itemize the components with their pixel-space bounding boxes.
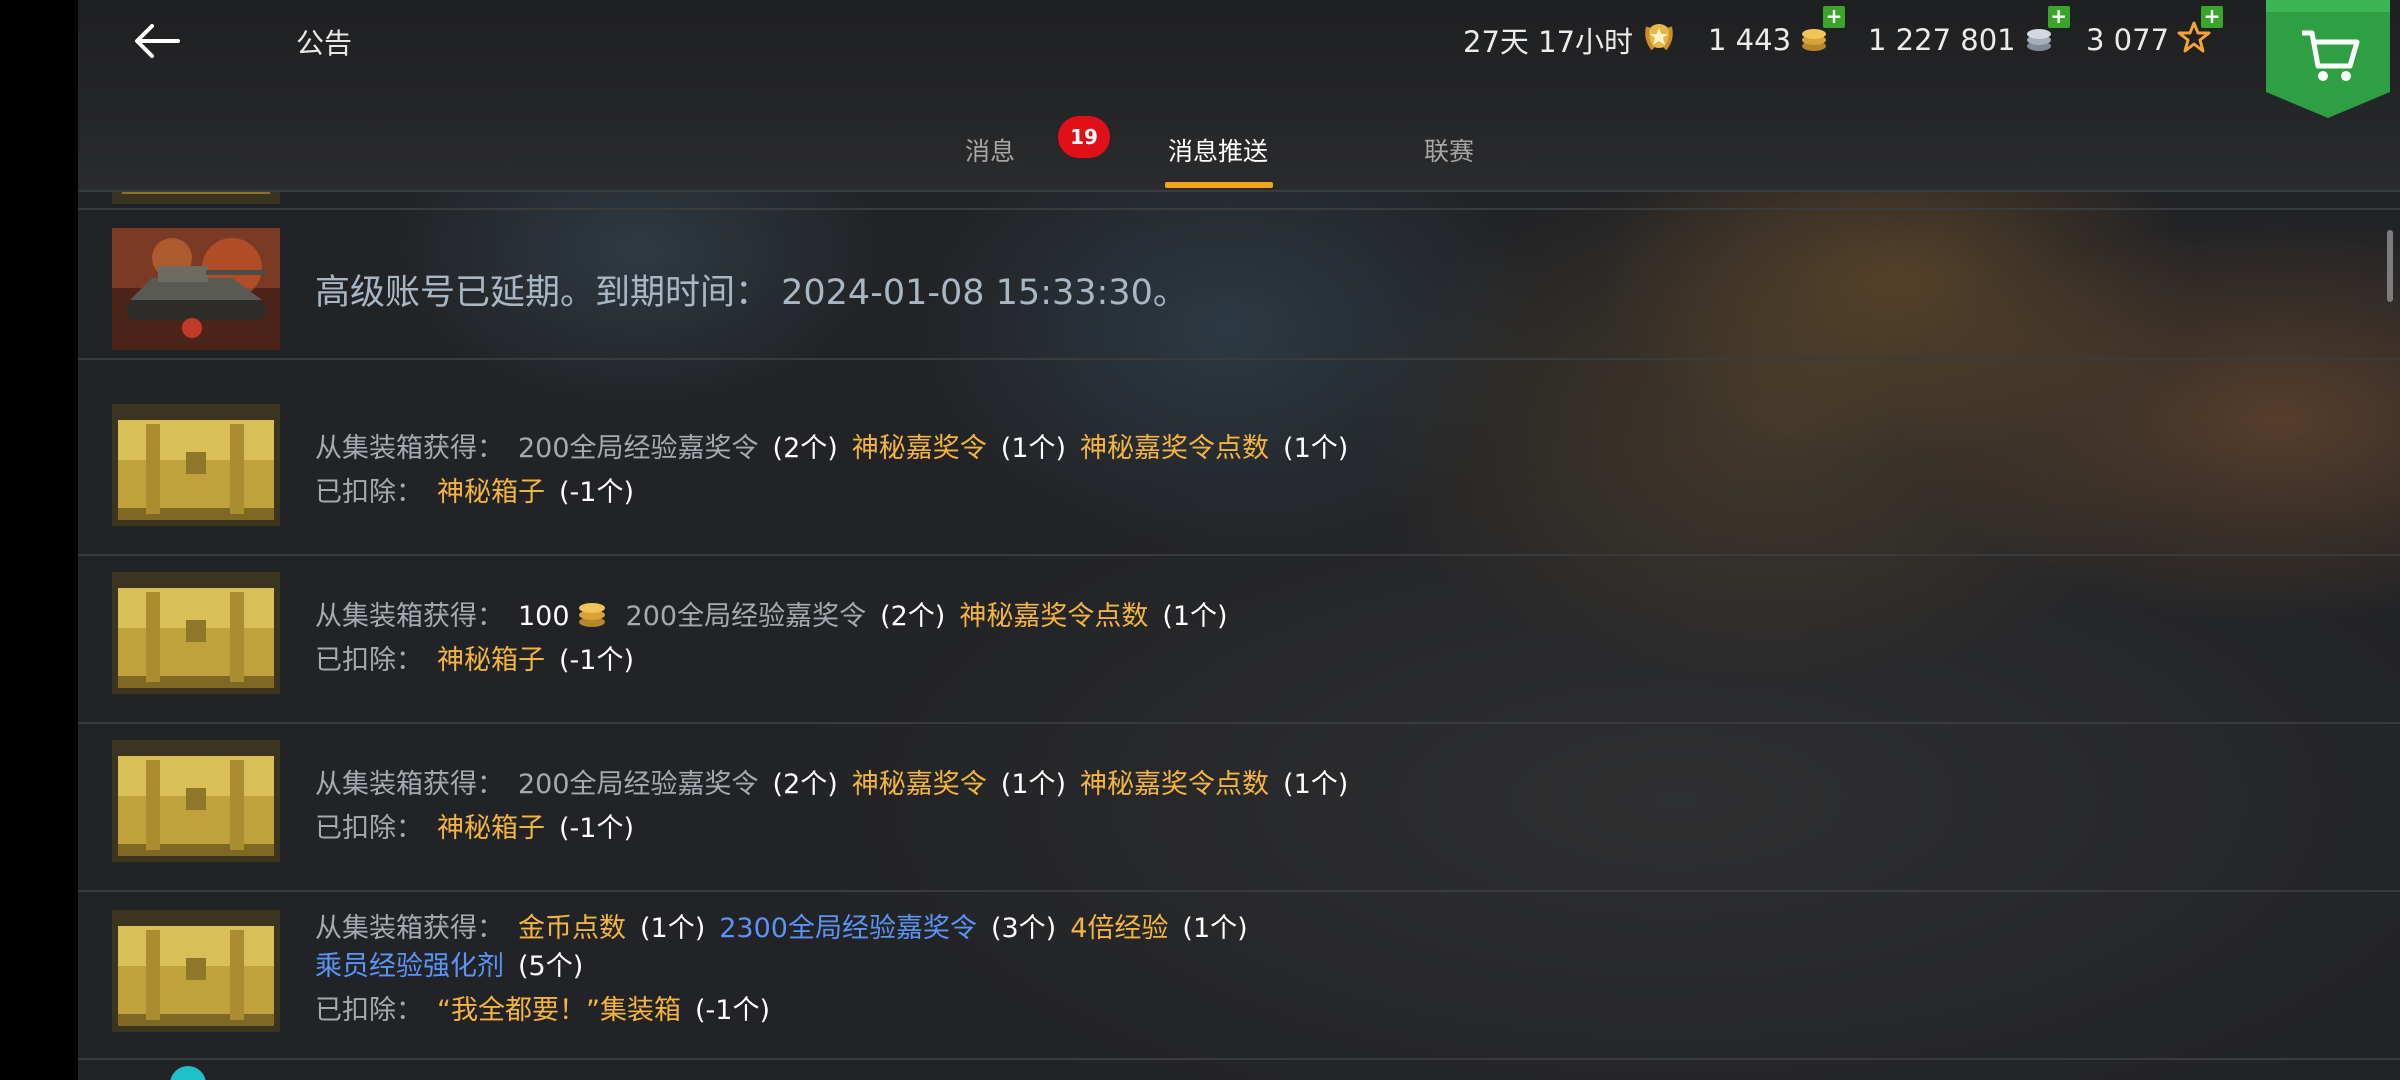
back-button[interactable] <box>126 16 186 66</box>
crate-thumbnail <box>112 740 280 862</box>
tab-messages[interactable]: 消息 <box>965 132 1015 168</box>
list-item[interactable]: 从集装箱获得： 100 200全局经验嘉奖令 (2个) 神秘嘉奖令点数 (1个) 已扣除：… <box>78 554 2400 724</box>
back-arrow-icon <box>135 24 180 58</box>
reward-line: 从集装箱获得： 200全局经验嘉奖令 (2个) 神秘嘉奖令 (1个) 神秘嘉奖令点数 (1个… <box>315 769 1349 800</box>
teal-badge-icon <box>170 1066 206 1080</box>
list-item[interactable]: 高级账号已延期。到期时间： 2024-01-08 15:33:30。 <box>78 218 2400 360</box>
reward-line: 从集装箱获得： 100 200全局经验嘉奖令 (2个) 神秘嘉奖令点数 (1个) <box>315 594 1242 636</box>
add-gold-plus-icon[interactable]: + <box>1823 5 1846 28</box>
add-silver-plus-icon[interactable]: + <box>2047 5 2070 28</box>
tank-thumbnail <box>112 228 280 350</box>
free-xp-value: 3 077 <box>2086 23 2170 57</box>
gold-coins-icon: + <box>1799 5 1846 61</box>
list-item[interactable]: 从集装箱获得： 金币点数 (1个) 2300全局经验嘉奖令 (3个) 4倍经验 (1个) 乘… <box>78 890 2400 1060</box>
tab-league[interactable]: 联赛 <box>1424 132 1474 168</box>
reward-line-continued: 乘员经验强化剂 (5个) <box>315 951 584 982</box>
crate-thumbnail <box>112 192 280 204</box>
deduction-line: 已扣除： 神秘箱子 (-1个) <box>315 645 634 676</box>
silver-balance[interactable]: 1 227 801 + <box>1868 5 2070 62</box>
premium-time[interactable]: 27天 17小时 <box>1463 18 1677 62</box>
free-xp-balance[interactable]: 3 077 + <box>2086 5 2224 62</box>
scrollbar[interactable] <box>2387 230 2393 302</box>
unread-count-badge: 19 <box>1058 116 1110 158</box>
shop-button[interactable] <box>2266 0 2390 118</box>
tab-push-notifications[interactable]: 消息推送 <box>1168 132 1268 168</box>
page-title: 公告 <box>296 27 353 60</box>
crate-thumbnail <box>112 910 280 1032</box>
reward-line: 从集装箱获得： 200全局经验嘉奖令 (2个) 神秘嘉奖令 (1个) 神秘嘉奖令点数 (1个… <box>315 433 1349 464</box>
gold-coins-icon <box>576 599 608 636</box>
list-item[interactable]: 从集装箱获得： 200全局经验嘉奖令 (2个) 神秘嘉奖令 (1个) 神秘嘉奖令点数 (1个… <box>78 722 2400 892</box>
premium-laurel-icon <box>1641 19 1677 62</box>
crate-thumbnail <box>112 572 280 694</box>
crate-thumbnail <box>112 404 280 526</box>
list-item[interactable]: 从集装箱获得： 200全局经验嘉奖令 (2个) 神秘嘉奖令 (1个) 神秘嘉奖令点数 (1个… <box>78 386 2400 556</box>
active-tab-indicator <box>1165 182 1273 188</box>
silver-value: 1 227 801 <box>1868 23 2016 57</box>
app-screen: 公告 27天 17小时 1 443 + 1 227 801 + 3 077 + … <box>78 0 2400 1080</box>
gold-balance[interactable]: 1 443 + <box>1708 5 1846 62</box>
gold-value: 1 443 <box>1708 23 1792 57</box>
deduction-line: 已扣除： “我全都要！”集装箱 (-1个) <box>315 995 770 1026</box>
notification-list[interactable]: 高级账号已延期。到期时间： 2024-01-08 15:33:30。 从集装箱获… <box>78 192 2400 1080</box>
deduction-line: 已扣除： 神秘箱子 (-1个) <box>315 477 634 508</box>
list-item[interactable] <box>78 1058 2400 1080</box>
shopping-cart-icon <box>2266 0 2390 118</box>
deduction-line: 已扣除： 神秘箱子 (-1个) <box>315 813 634 844</box>
message-text: 高级账号已延期。到期时间： 2024-01-08 15:33:30。 <box>315 273 1188 313</box>
list-item[interactable] <box>78 192 2400 210</box>
premium-time-value: 27天 17小时 <box>1463 25 1634 59</box>
star-icon: + <box>2177 5 2224 61</box>
reward-line: 从集装箱获得： 金币点数 (1个) 2300全局经验嘉奖令 (3个) 4倍经验 (1个) <box>315 913 1248 944</box>
silver-coins-icon: + <box>2024 5 2070 61</box>
top-bar: 公告 27天 17小时 1 443 + 1 227 801 + 3 077 + … <box>78 0 2400 192</box>
add-xp-plus-icon[interactable]: + <box>2201 5 2224 28</box>
